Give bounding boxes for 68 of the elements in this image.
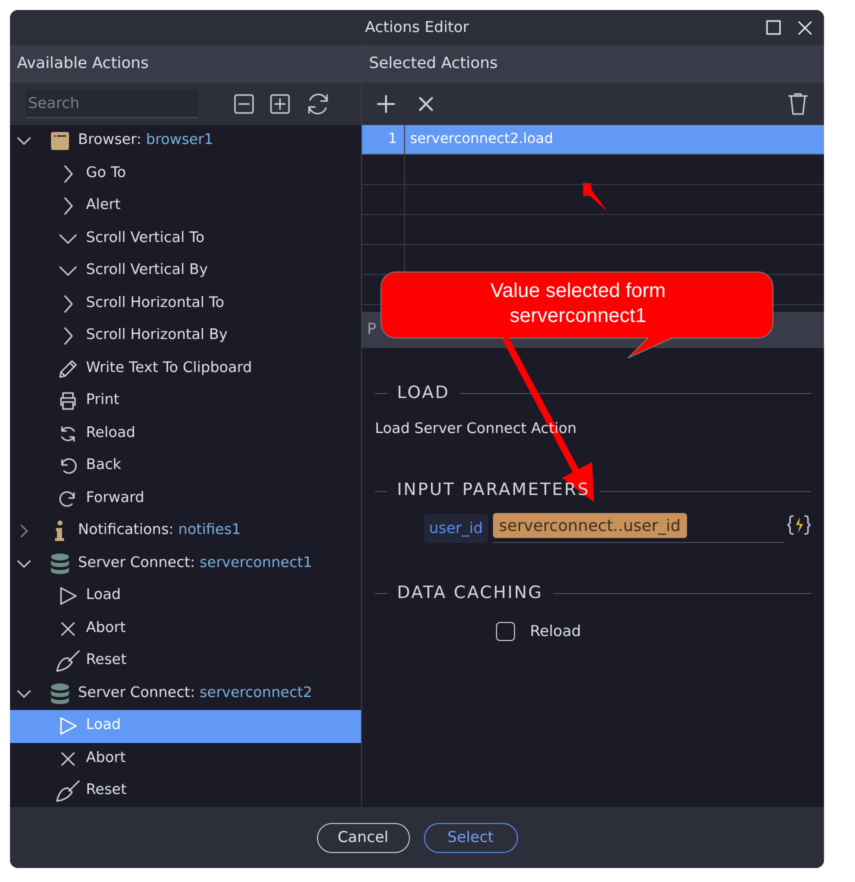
pencil-icon [58,358,78,379]
action-item[interactable]: Scroll Horizontal To [10,288,361,320]
annotation-mark [583,183,607,211]
action-item[interactable]: Forward [10,482,361,515]
close-icon [60,750,76,767]
play-icon [58,716,78,736]
action-item[interactable]: Print [10,385,361,418]
action-item[interactable]: Reset [10,645,361,678]
checkbox-label: Reload [530,621,582,642]
action-item[interactable]: Scroll Vertical To [10,222,361,255]
search-field[interactable]: Search [26,90,198,118]
add-button[interactable] [376,94,396,114]
printer-icon [58,391,78,412]
select-button[interactable]: Select [424,822,518,852]
close-button[interactable] [796,18,814,36]
group-label: Notifications: notifies1 [78,521,241,540]
database-icon [50,682,70,705]
action-item[interactable]: Scroll Horizontal By [10,320,361,352]
chevron-right-icon [62,196,74,216]
action-item[interactable]: Abort [10,742,361,775]
parameter-label: user_id [424,514,488,542]
chevron-right-icon [62,294,74,314]
chevron-right-icon [62,326,74,346]
close-icon [60,620,76,637]
section-heading: DATA CACHING [397,582,543,605]
tree-group-row[interactable]: Notifications: notifies1 [10,515,361,548]
chevron-down-icon [16,136,32,146]
maximize-button[interactable] [764,18,782,36]
database-icon [50,552,70,575]
tree-group-row[interactable]: Server Connect: serverconnect2 [10,678,361,710]
action-item[interactable]: Load [10,580,361,612]
chevron-down-icon [58,265,78,278]
chevron-down-icon [16,688,32,699]
refresh-button[interactable] [306,93,330,115]
action-item[interactable]: Reset [10,775,361,807]
window-title: Actions Editor [365,17,469,38]
chevron-right-icon [19,523,29,540]
panel-header: Available Actions [10,45,361,83]
section-heading: LOAD [397,382,450,405]
action-item[interactable]: Go To [10,158,361,190]
action-item[interactable]: Scroll Vertical By [10,255,361,288]
brush-icon [55,779,81,804]
action-item[interactable]: Back [10,450,361,482]
play-icon [58,586,78,606]
action-item[interactable]: Reload [10,418,361,450]
delete-button[interactable] [788,92,808,116]
tree-group-row[interactable]: Browser: browser1 [10,125,361,158]
group-label: Server Connect: serverconnect1 [78,554,312,573]
checkbox[interactable] [496,622,515,641]
action-item[interactable]: Alert [10,190,361,222]
chevron-down-icon [16,558,32,569]
cancel-button[interactable]: Cancel [316,822,410,852]
action-item[interactable]: Abort [10,612,361,645]
collapse-all-button[interactable] [234,94,254,114]
group-label: Server Connect: serverconnect2 [78,684,312,703]
tree-group-row[interactable]: Server Connect: serverconnect1 [10,548,361,580]
panel-header: Selected Actions [362,45,824,83]
brush-icon [55,649,81,674]
redo-icon [58,488,78,509]
group-label: Browser: browser1 [78,131,214,150]
expand-all-button[interactable] [270,94,290,114]
data-binding-icon[interactable] [787,514,811,536]
action-item[interactable]: Write Text To Clipboard [10,352,361,385]
chevron-down-icon [58,232,78,245]
browser-window-icon [50,131,70,152]
remove-button[interactable] [418,96,434,112]
chevron-right-icon [62,164,74,184]
info-icon [54,520,66,542]
